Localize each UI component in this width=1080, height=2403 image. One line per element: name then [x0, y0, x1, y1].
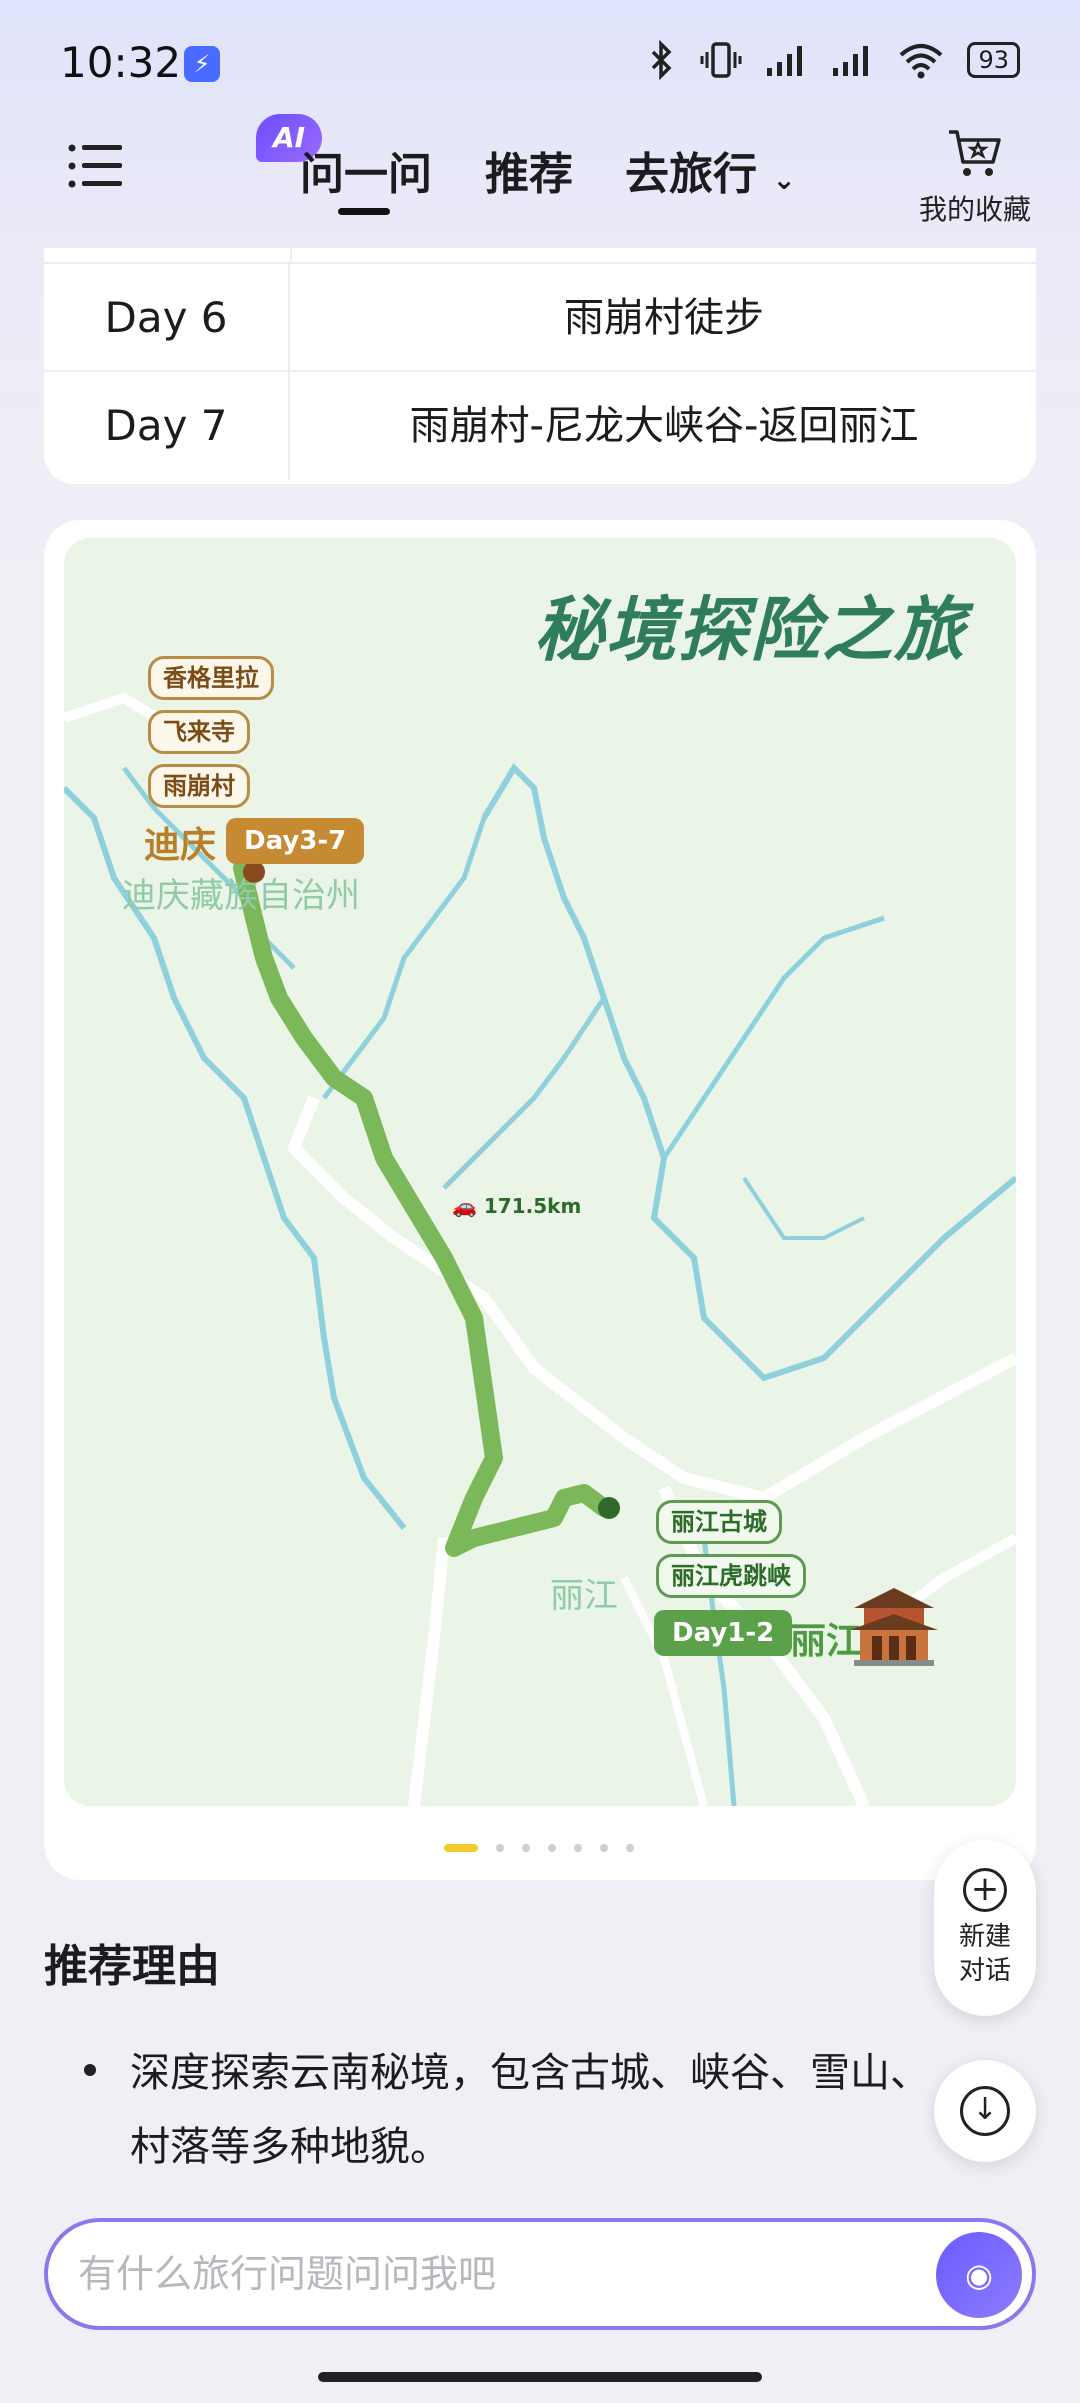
map-title: 秘境探险之旅 [534, 589, 966, 671]
status-icons: 93 [647, 40, 1020, 80]
carousel-dot[interactable] [600, 1844, 608, 1852]
active-tab-indicator [338, 208, 390, 215]
new-chat-label-line2: 对话 [958, 1956, 1011, 1986]
home-indicator [318, 2372, 762, 2382]
signal-icon [767, 46, 803, 76]
car-icon: 🚗 [452, 1194, 477, 1218]
carousel-dot[interactable] [626, 1844, 634, 1852]
table-cell-day: Day 6 [44, 264, 290, 372]
menu-icon[interactable] [66, 136, 126, 196]
day-badge-south: Day1-2 [654, 1610, 793, 1656]
poi-tag-feilai-temple: 飞来寺 [148, 710, 250, 754]
table-row: Day 7 雨崩村-尼龙大峡谷-返回丽江 [44, 372, 1036, 480]
table-cell-day: Day 7 [44, 372, 290, 480]
table-cell-desc: 雨崩村-尼龙大峡谷-返回丽江 [409, 403, 919, 449]
poi-tag-shangri-la: 香格里拉 [148, 656, 274, 700]
chat-input-bar: ◉ [44, 2218, 1036, 2330]
place-name-diqing: 迪庆 [144, 825, 217, 866]
table-row-partial [44, 248, 1036, 264]
carousel-dot[interactable] [496, 1844, 504, 1852]
region-label-diqing: 迪庆藏族自治州 [122, 876, 360, 916]
voice-input-button[interactable]: ◉ [936, 2232, 1022, 2318]
bullet-icon [84, 2064, 96, 2076]
poi-tag-lijiang-old-town: 丽江古城 [656, 1500, 782, 1544]
tab-go-travel[interactable]: 去旅行 ⌄ [625, 138, 796, 202]
carousel-dot[interactable] [522, 1844, 530, 1852]
recommendation-title: 推荐理由 [44, 1941, 220, 1992]
distance-label: 🚗 171.5km [452, 1194, 581, 1218]
poi-tag-tiger-leaping-gorge: 丽江虎跳峡 [656, 1554, 806, 1598]
shopping-cart-star-icon [949, 130, 1001, 176]
favorites-button[interactable]: 我的收藏 [910, 126, 1040, 228]
new-chat-label-line1: 新建 [958, 1922, 1011, 1952]
carousel-dot[interactable] [444, 1844, 478, 1852]
tab-go-travel-label: 去旅行 [625, 149, 757, 200]
battery-indicator: 93 [967, 42, 1020, 78]
poi-tag-yubeng-village: 雨崩村 [148, 764, 250, 808]
table-cell-desc: 雨崩村徒步 [564, 295, 764, 341]
wifi-icon [900, 44, 943, 79]
chevron-down-icon: ⌄ [772, 163, 796, 196]
end-marker [598, 1497, 620, 1519]
distance-value: 171.5km [483, 1194, 582, 1218]
map-label-lijiang: 丽江 [550, 1576, 618, 1616]
new-chat-button[interactable]: + 新建 对话 [934, 1840, 1036, 2016]
status-time: 10:32 [60, 38, 182, 87]
carousel-indicator[interactable] [44, 1838, 1036, 1858]
bluetooth-icon [652, 40, 672, 80]
tab-ask[interactable]: 问一问 [300, 138, 432, 202]
carousel-dot[interactable] [574, 1844, 582, 1852]
top-navigation: AI 问一问 推荐 去旅行 ⌄ 我的收藏 [0, 114, 1080, 250]
signal-icon-2 [833, 46, 869, 76]
recommendation-item: 深度探索云南秘境，包含古城、峡谷、雪山、村落等多种地貌。 [130, 2050, 930, 2170]
carousel-dot[interactable] [548, 1844, 556, 1852]
tab-recommend[interactable]: 推荐 [485, 138, 573, 202]
scroll-down-button[interactable]: ↓ [934, 2060, 1036, 2162]
route-map[interactable]: 秘境探险之旅 香格里拉 飞来寺 雨崩村 迪庆 Day3-7 迪庆藏族自治州 🚗 … [64, 538, 1016, 1806]
pagoda-building-icon [850, 1588, 938, 1666]
favorites-label: 我的收藏 [918, 193, 1031, 226]
vibrate-icon [700, 42, 742, 78]
route-map-card[interactable]: 秘境探险之旅 香格里拉 飞来寺 雨崩村 迪庆 Day3-7 迪庆藏族自治州 🚗 … [44, 520, 1036, 1880]
arrow-down-icon: ↓ [960, 2086, 1010, 2136]
chat-input[interactable] [78, 2242, 928, 2306]
app-notification-icon: ⚡ [184, 46, 220, 82]
itinerary-table: Day 6 雨崩村徒步 Day 7 雨崩村-尼龙大峡谷-返回丽江 [44, 248, 1036, 484]
table-row: Day 6 雨崩村徒步 [44, 264, 1036, 372]
day-badge-north: Day3-7 [226, 818, 365, 864]
voice-wave-icon: ◉ [965, 2256, 993, 2294]
plus-circle-icon: + [963, 1868, 1007, 1912]
status-bar: 10:32 ⚡ 93 [0, 0, 1080, 120]
